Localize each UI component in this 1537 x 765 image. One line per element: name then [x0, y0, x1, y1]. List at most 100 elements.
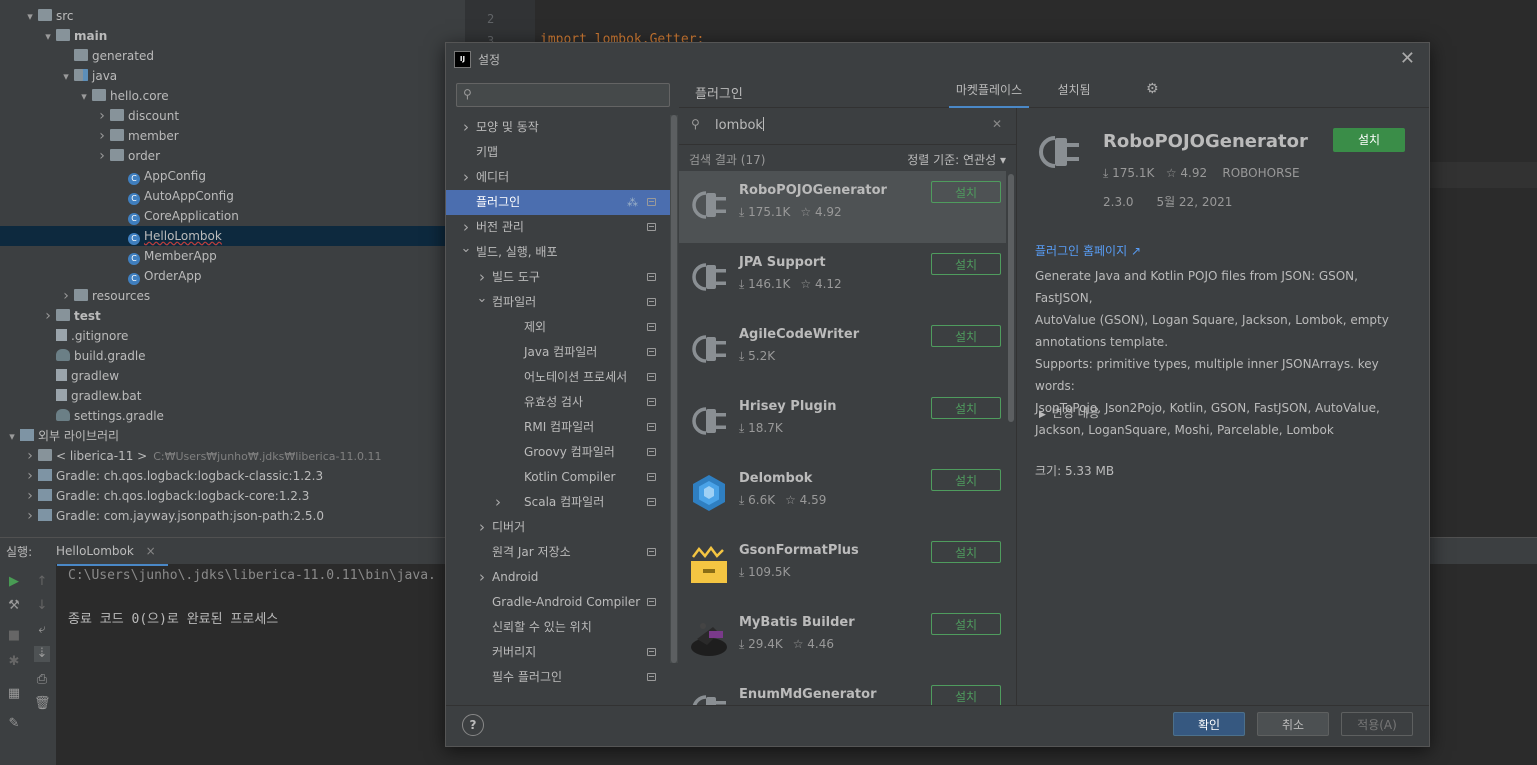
install-button[interactable]: 설치: [931, 253, 1001, 275]
settings-tree-item[interactable]: 제외: [446, 315, 670, 340]
settings-tree-item[interactable]: Kotlin Compiler: [446, 465, 670, 490]
plugin-list-item[interactable]: JPA Support ⤓ 146.1K ☆ 4.12 설치: [679, 243, 1006, 315]
layout-icon[interactable]: ▦: [6, 686, 22, 702]
gear-icon[interactable]: ⚙: [1146, 81, 1159, 97]
chevron-right-icon[interactable]: ›: [476, 515, 488, 540]
settings-tree-item[interactable]: › 모양 및 동작: [446, 115, 670, 140]
chevron-down-icon[interactable]: ⌄: [460, 236, 472, 261]
settings-tree-item[interactable]: 신뢰할 수 있는 위치: [446, 615, 670, 640]
tab-installed[interactable]: 설치됨: [1044, 75, 1104, 106]
settings-tree-item[interactable]: ⌄ 컴파일러: [446, 290, 670, 315]
settings-tree-item[interactable]: 유효성 검사: [446, 390, 670, 415]
tab-marketplace[interactable]: 마켓플레이스: [949, 75, 1029, 108]
settings-tree-item[interactable]: ⌄ 빌드, 실행, 배포: [446, 240, 670, 265]
chevron-down-icon[interactable]: ▾: [4, 427, 20, 447]
plugin-search-input[interactable]: ⚲ lombok ✕: [679, 108, 1016, 145]
tree-item[interactable]: ▾ main: [0, 26, 107, 46]
settings-tree-item[interactable]: › Android: [446, 565, 670, 590]
tree-item[interactable]: C CoreApplication: [0, 206, 239, 226]
chevron-right-icon[interactable]: ›: [460, 115, 472, 140]
chevron-right-icon[interactable]: ›: [460, 165, 472, 190]
apply-button[interactable]: 적용(A): [1341, 712, 1413, 736]
chevron-right-icon[interactable]: ›: [22, 506, 38, 526]
chevron-right-icon[interactable]: ›: [94, 106, 110, 126]
tree-item[interactable]: ▾ hello.core: [0, 86, 169, 106]
tree-item[interactable]: › test: [0, 306, 101, 326]
plugin-list-scrollbar[interactable]: [1007, 174, 1015, 705]
chevron-right-icon[interactable]: ›: [94, 146, 110, 166]
project-tree[interactable]: ▾ src ▾ main generated ▾ java ▾ hello.core › disco…: [0, 0, 465, 540]
install-button[interactable]: 설치: [931, 181, 1001, 203]
tree-item[interactable]: › resources: [0, 286, 150, 306]
settings-tree-item[interactable]: 필수 플러그인: [446, 665, 670, 690]
tree-item[interactable]: C AutoAppConfig: [0, 186, 234, 206]
settings-tree-item[interactable]: › Scala 컴파일러: [446, 490, 670, 515]
tree-item[interactable]: gradlew: [0, 366, 119, 386]
settings-tree-item[interactable]: Groovy 컴파일러: [446, 440, 670, 465]
tree-item[interactable]: ▾ 외부 라이브러리: [0, 426, 119, 446]
install-button[interactable]: 설치: [1333, 128, 1405, 152]
bug-icon[interactable]: ✱: [6, 654, 22, 670]
run-tab[interactable]: HelloLombok ×: [44, 538, 168, 566]
chevron-right-icon[interactable]: ›: [22, 446, 38, 466]
install-button[interactable]: 설치: [931, 325, 1001, 347]
install-button[interactable]: 설치: [931, 397, 1001, 419]
pin-icon[interactable]: ✎: [6, 716, 22, 732]
trash-icon[interactable]: 🗑: [34, 696, 51, 712]
tree-item[interactable]: › < liberica-11 > C:₩Users₩junho₩.jdks₩lib…: [0, 446, 381, 466]
arrow-up-icon[interactable]: ↑: [34, 574, 50, 590]
chevron-right-icon[interactable]: ›: [94, 126, 110, 146]
close-icon[interactable]: ✕: [1400, 48, 1415, 69]
cancel-button[interactable]: 취소: [1257, 712, 1329, 736]
chevron-down-icon[interactable]: ▾: [40, 27, 56, 47]
plugin-list-item[interactable]: GsonFormatPlus ⤓ 109.5K 설치: [679, 531, 1006, 603]
tree-item[interactable]: generated: [0, 46, 154, 66]
chevron-right-icon[interactable]: ›: [40, 306, 56, 326]
tree-item[interactable]: › order: [0, 146, 160, 166]
chevron-right-icon[interactable]: ›: [22, 486, 38, 506]
scrollbar-thumb[interactable]: [1008, 174, 1014, 422]
settings-tree-item[interactable]: › 에디터: [446, 165, 670, 190]
tree-item[interactable]: › Gradle: ch.qos.logback:logback-classic:…: [0, 466, 323, 486]
help-button[interactable]: ?: [462, 714, 484, 736]
tree-item[interactable]: settings.gradle: [0, 406, 164, 426]
tree-item[interactable]: .gitignore: [0, 326, 128, 346]
tree-item[interactable]: ▾ src: [0, 6, 74, 26]
tree-item[interactable]: gradlew.bat: [0, 386, 141, 406]
settings-tree-item[interactable]: 커버리지: [446, 640, 670, 665]
settings-tree-item[interactable]: 플러그인 ⁂: [446, 190, 670, 215]
scroll-end-icon[interactable]: ⇣: [34, 646, 50, 662]
settings-tree-scrollbar[interactable]: [670, 115, 678, 663]
plugin-list-item[interactable]: MyBatis Builder ⤓ 29.4K ☆ 4.46 설치: [679, 603, 1006, 675]
install-button[interactable]: 설치: [931, 613, 1001, 635]
chevron-right-icon[interactable]: ›: [58, 286, 74, 306]
settings-tree-item[interactable]: Java 컴파일러: [446, 340, 670, 365]
sort-by-dropdown[interactable]: 정렬 기준: 연관성 ▾: [907, 151, 1006, 168]
clear-icon[interactable]: ✕: [992, 117, 1002, 131]
plugin-homepage-link[interactable]: 플러그인 홈페이지 ↗: [1035, 242, 1141, 259]
plugin-list-item[interactable]: Hrisey Plugin ⤓ 18.7K 설치: [679, 387, 1006, 459]
tree-item[interactable]: build.gradle: [0, 346, 146, 366]
plugin-list-item[interactable]: EnumMdGenerator 설치: [679, 675, 1006, 705]
close-icon[interactable]: ×: [146, 544, 156, 558]
soft-wrap-icon[interactable]: ⤶: [34, 622, 50, 638]
plugin-list-item[interactable]: AgileCodeWriter ⤓ 5.2K 설치: [679, 315, 1006, 387]
ok-button[interactable]: 확인: [1173, 712, 1245, 736]
plugin-vendor[interactable]: ROBOHORSE: [1222, 166, 1299, 180]
settings-search-input[interactable]: ⚲: [456, 83, 670, 107]
chevron-down-icon[interactable]: ▾: [58, 67, 74, 87]
tree-item[interactable]: › member: [0, 126, 179, 146]
tree-item[interactable]: C AppConfig: [0, 166, 206, 186]
tree-item[interactable]: › Gradle: com.jayway.jsonpath:json-path:2…: [0, 506, 324, 526]
install-button[interactable]: 설치: [931, 685, 1001, 705]
settings-tree-item[interactable]: › 디버거: [446, 515, 670, 540]
settings-tree-item[interactable]: RMI 컴파일러: [446, 415, 670, 440]
dialog-titlebar[interactable]: IJ 설정 ✕: [446, 43, 1429, 75]
settings-tree-item[interactable]: 키맵: [446, 140, 670, 165]
tree-item[interactable]: C MemberApp: [0, 246, 217, 266]
play-icon[interactable]: ▶: [6, 574, 22, 590]
arrow-down-icon[interactable]: ↓: [34, 598, 50, 614]
chevron-down-icon[interactable]: ⌄: [476, 286, 488, 311]
tree-item[interactable]: › discount: [0, 106, 179, 126]
chevron-right-icon[interactable]: ›: [476, 565, 488, 590]
